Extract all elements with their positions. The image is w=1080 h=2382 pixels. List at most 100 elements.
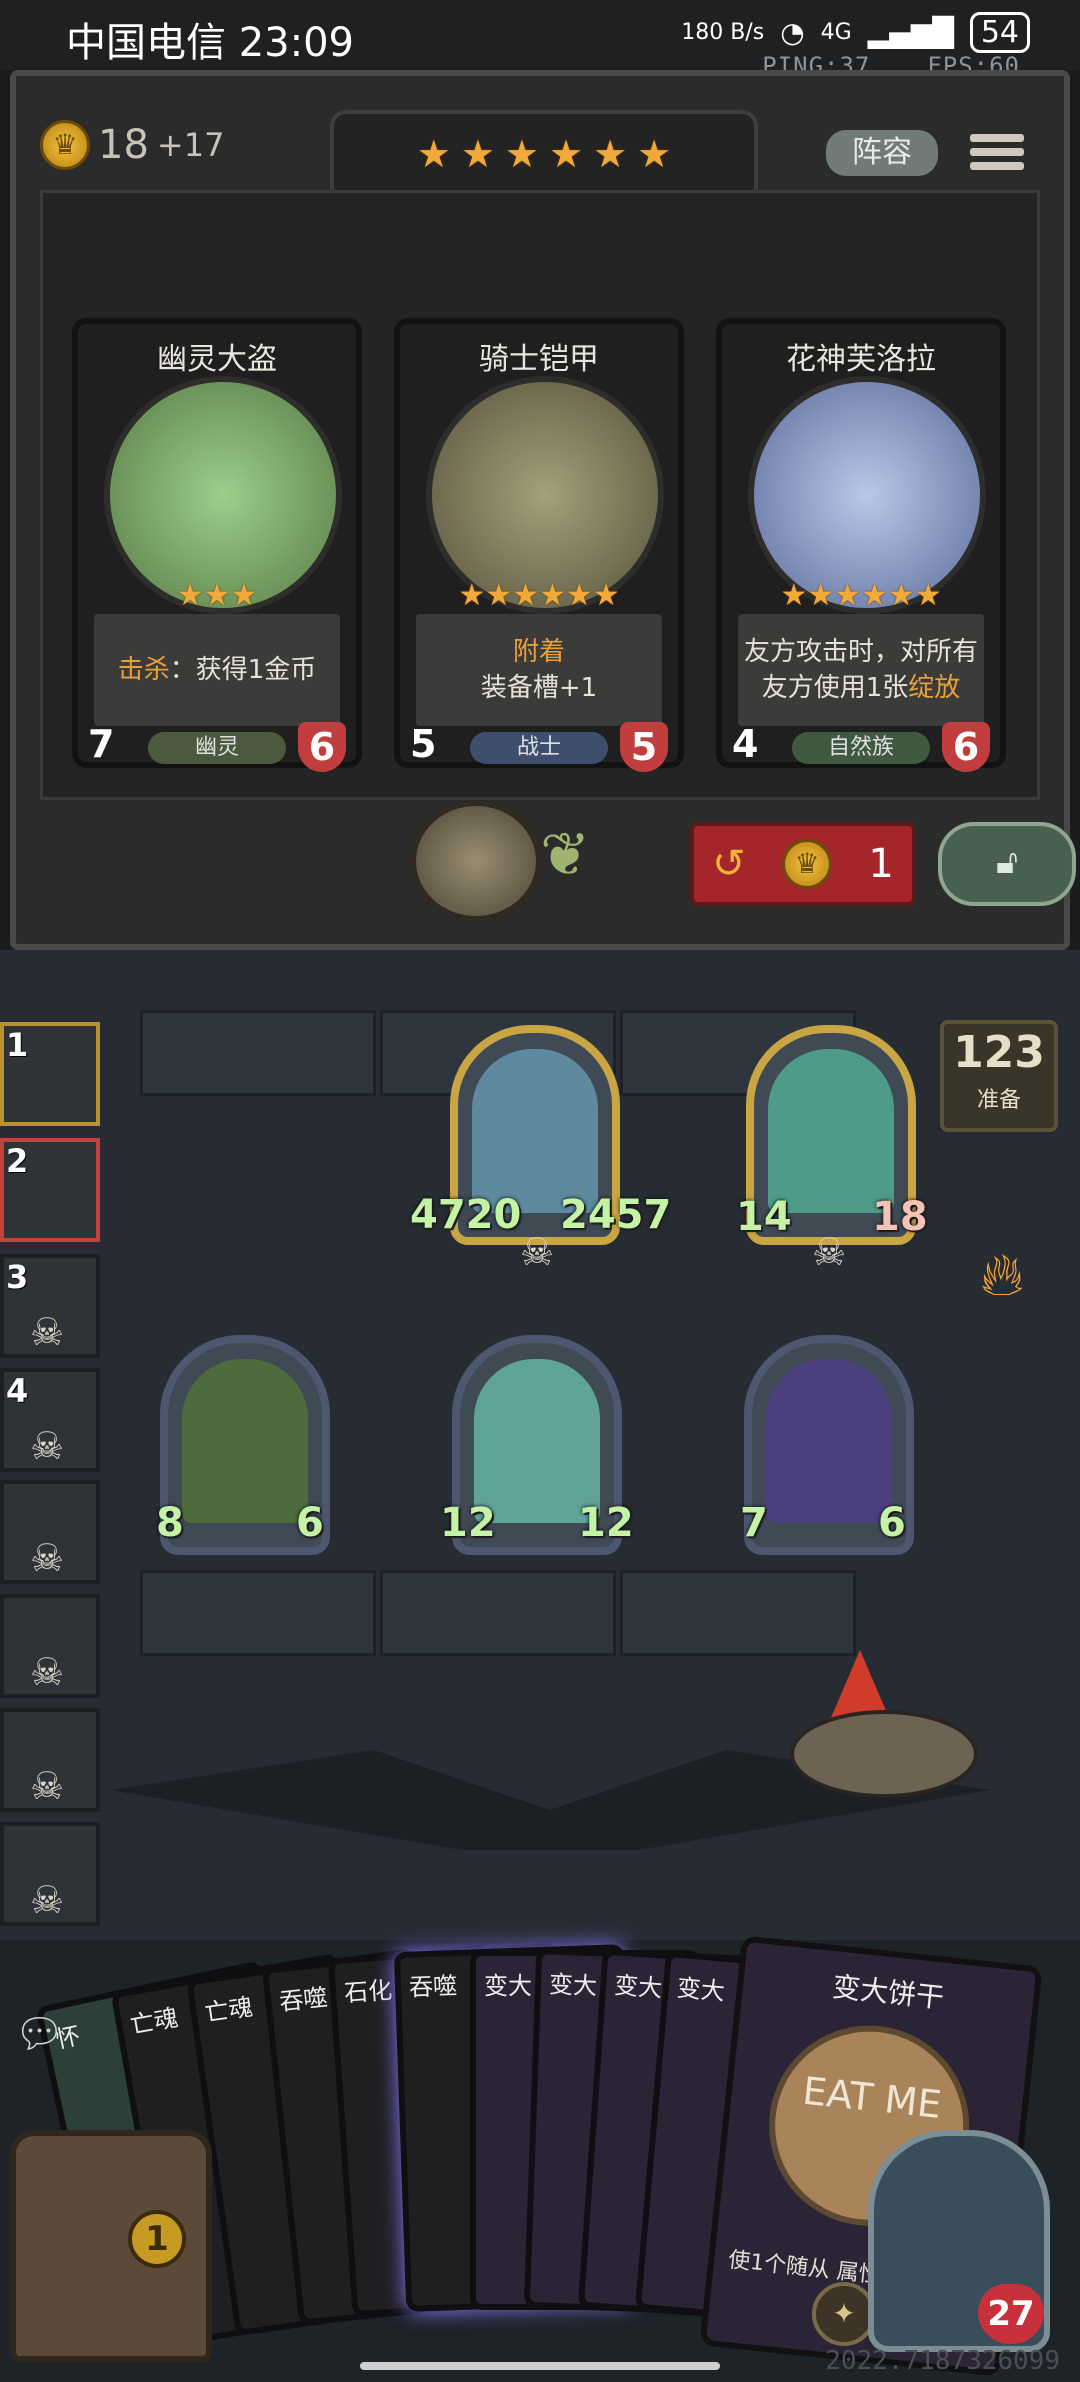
card-desc-line1: 附着 (512, 637, 565, 667)
minion-1-health: 2457 (560, 1192, 672, 1238)
card-tribe: 战士 (470, 732, 608, 764)
crown-coin-icon: ♛ (40, 120, 90, 170)
blimp-pet-icon[interactable] (790, 1650, 990, 1800)
card-attack: 7 (88, 722, 115, 766)
card-desc-line2: 装备槽+1 (480, 673, 598, 703)
lock-shop-button[interactable]: 🔓︎ (938, 822, 1076, 906)
lock-icon: 🔓︎ (995, 842, 1019, 882)
hand-card-name: 变大 (613, 1971, 664, 2003)
roster-rank: 3 (6, 1258, 29, 1296)
status-icons: 180 B/s ◔ 4G ▂▄▆█ 54 (681, 12, 1030, 53)
card-attack: 5 (410, 722, 437, 766)
player-uid: 2022.7187326099 (825, 2346, 1060, 2376)
hand-card-name: 变大 (548, 1970, 598, 2001)
chat-icon[interactable]: 💬︎ (14, 2010, 78, 2064)
wifi-icon: ◔ (780, 16, 805, 49)
net-speed: 180 B/s (681, 20, 765, 45)
roster-rank: 2 (6, 1142, 29, 1180)
keyword-bloom: 绽放 (908, 673, 961, 703)
minion-4-attack: 12 (440, 1500, 496, 1546)
crown-coin-icon: ♛ (782, 839, 833, 889)
gold-income: +17 (156, 126, 225, 164)
roster-player-3[interactable]: 3 ☠ (0, 1254, 100, 1358)
keyword-kill: 击杀 (117, 655, 170, 685)
hand-card-name: 吞噬 (278, 1983, 329, 2017)
hero-power-button[interactable]: ✦ (812, 2282, 876, 2346)
star-icon: ★ (416, 132, 451, 176)
home-indicator[interactable] (360, 2362, 720, 2370)
minion-5-health: 6 (878, 1500, 906, 1546)
roster-player-4[interactable]: 4 ☠ (0, 1368, 100, 1472)
shop-card-knight-armor[interactable]: 骑士铠甲 ★★★★★★ 附着 装备槽+1 5 战士 5 (394, 318, 684, 772)
minion-art (472, 1049, 598, 1213)
wall-brick (620, 1570, 856, 1656)
roster-player-1[interactable]: 1 (0, 1022, 100, 1126)
menu-icon[interactable] (970, 128, 1024, 180)
card-name: 幽灵大盗 (157, 342, 277, 377)
minion-art (766, 1359, 892, 1523)
hand-card-name: 石化 (343, 1976, 394, 2008)
roster-rank: 1 (6, 1026, 29, 1064)
shop-card-flora[interactable]: 花神芙洛拉 ★★★★★★ 友方攻击时，对所有 友方使用1张绽放 4 自然族 6 (716, 318, 1006, 772)
refresh-cost: 1 (868, 841, 894, 887)
roster-player-8[interactable]: ☠ (0, 1822, 100, 1926)
wall-brick (140, 1010, 376, 1096)
roster-player-6[interactable]: ☠ (0, 1594, 100, 1698)
ready-label: 准备 (976, 1088, 1021, 1113)
roster-player-2[interactable]: 2 (0, 1138, 100, 1242)
hand-card-name: 吞噬 (408, 1971, 458, 2002)
card-health: 5 (620, 722, 668, 772)
skull-icon: ☠ (30, 1310, 65, 1354)
minion-art (182, 1359, 308, 1523)
card-health: 6 (298, 722, 346, 772)
status-bar: 中国电信 23:09 180 B/s ◔ 4G ▂▄▆█ 54 PING:37 … (0, 0, 1080, 80)
minion-1-attack: 4720 (410, 1192, 522, 1238)
skull-icon: ☠ (30, 1764, 65, 1808)
ready-counter: 123 准备 (940, 1020, 1058, 1132)
minion-3-health: 6 (296, 1500, 324, 1546)
hand-card-name: 亡魂 (202, 1992, 255, 2028)
herb-item-icon[interactable]: ❦ (540, 820, 650, 900)
carrier-time: 中国电信 23:09 (66, 20, 354, 66)
lineup-button[interactable]: 阵容 (826, 130, 938, 176)
battery-level: 54 (969, 12, 1030, 53)
roster-player-5[interactable]: ☠ (0, 1480, 100, 1584)
card-description: 附着 装备槽+1 (416, 614, 662, 726)
card-tribe: 幽灵 (148, 732, 286, 764)
card-stars: ★★★★★★ (780, 578, 942, 613)
star-icon: ★ (593, 132, 628, 176)
torch-icon: 🔥︎ (980, 1240, 1025, 1310)
star-icon: ★ (549, 132, 584, 176)
shop-card-ghost-thief[interactable]: 幽灵大盗 ★★★ 击杀：获得1金币 7 幽灵 6 (72, 318, 362, 772)
ready-count: 123 (953, 1027, 1045, 1078)
minion-2-health: 18 (872, 1194, 928, 1240)
minion-5-attack: 7 (740, 1500, 768, 1546)
card-tribe: 自然族 (792, 732, 930, 764)
minion-2-attack: 14 (736, 1194, 792, 1240)
skull-icon: ☠ (30, 1536, 65, 1580)
roster-rank: 4 (6, 1372, 29, 1410)
skull-icon: ☠ (30, 1650, 65, 1694)
card-health: 6 (942, 722, 990, 772)
skull-icon: ☠ (30, 1878, 65, 1922)
minion-art (474, 1359, 600, 1523)
signal-label: 4G (820, 20, 852, 45)
refresh-button[interactable]: ↺ ♛ 1 (690, 822, 916, 906)
gold-amount: 18 (98, 122, 149, 168)
card-description: 击杀：获得1金币 (94, 614, 340, 726)
hand-card-name: 变大 (675, 1973, 726, 2006)
shop-tier-stars: ★ ★ ★ ★ ★ ★ (330, 110, 758, 194)
minion-3-attack: 8 (156, 1500, 184, 1546)
roster-player-7[interactable]: ☠ (0, 1708, 100, 1812)
chest-count: 1 (128, 2210, 186, 2268)
minion-art (768, 1049, 894, 1213)
hero-health: 27 (978, 2284, 1044, 2344)
skull-icon: ☠ (520, 1230, 555, 1274)
card-desc-line1: 友方攻击时，对所有 (743, 637, 978, 667)
skull-icon: ☠ (30, 1424, 65, 1468)
skull-icon: ☠ (812, 1230, 847, 1274)
wall-brick (380, 1570, 616, 1656)
card-name: 花神芙洛拉 (786, 342, 936, 377)
featured-card-name: 变大饼干 (830, 1970, 946, 2015)
card-desc-line2: 友方使用1张 (761, 673, 909, 703)
